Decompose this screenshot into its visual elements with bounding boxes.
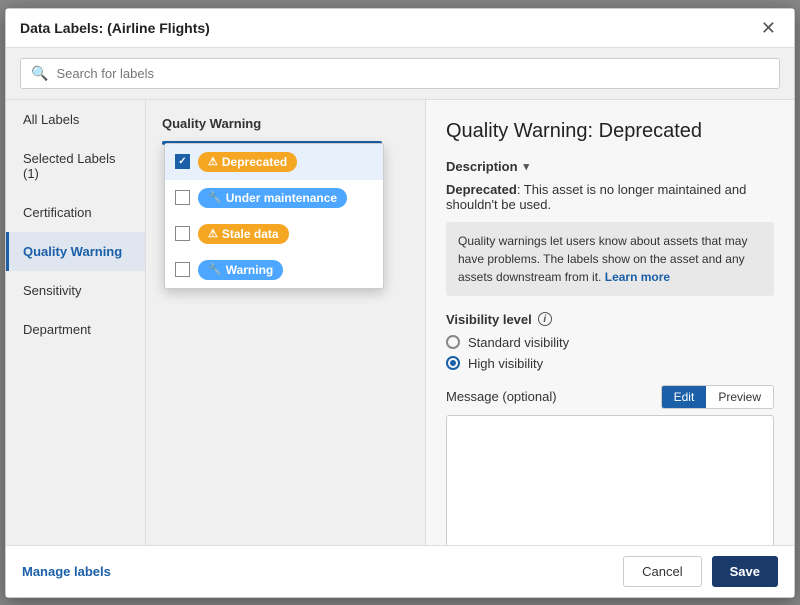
- info-box: Quality warnings let users know about as…: [446, 222, 774, 296]
- close-button[interactable]: ✕: [757, 19, 780, 37]
- badge-warning: 🔧 Warning: [198, 260, 283, 280]
- visibility-label: Visibility level i: [446, 312, 774, 327]
- message-header: Message (optional) Edit Preview: [446, 385, 774, 409]
- sidebar-item-sensitivity[interactable]: Sensitivity: [6, 271, 145, 310]
- info-icon: i: [538, 312, 552, 326]
- description-label: Description: [446, 159, 518, 174]
- stale-icon: ⚠: [208, 227, 218, 240]
- radio-circle-standard[interactable]: [446, 335, 460, 349]
- tab-group: Edit Preview: [661, 385, 774, 409]
- learn-more-link[interactable]: Learn more: [605, 270, 670, 284]
- sidebar-item-department[interactable]: Department: [6, 310, 145, 349]
- maintenance-icon: 🔧: [208, 191, 222, 204]
- sidebar-item-selected-labels[interactable]: Selected Labels (1): [6, 139, 145, 193]
- dropdown-box: ⚠ Deprecated 🔧 Under maintenance: [162, 141, 382, 145]
- list-item[interactable]: ⚠ Stale data: [165, 216, 383, 252]
- sidebar-item-all-labels[interactable]: All Labels: [6, 100, 145, 139]
- dialog-body: All Labels Selected Labels (1) Certifica…: [6, 100, 794, 545]
- tab-preview[interactable]: Preview: [706, 386, 773, 408]
- detail-panel: Quality Warning: Deprecated Description …: [426, 100, 794, 545]
- save-button[interactable]: Save: [712, 556, 778, 587]
- description-header: Description ▾: [446, 159, 774, 174]
- search-input-wrapper: 🔍: [20, 58, 780, 89]
- search-bar: 🔍: [6, 48, 794, 100]
- checkbox-stale-data[interactable]: [175, 226, 190, 241]
- chevron-down-icon: ▾: [524, 160, 530, 173]
- cancel-button[interactable]: Cancel: [623, 556, 701, 587]
- radio-high[interactable]: High visibility: [446, 356, 774, 371]
- badge-stale-data: ⚠ Stale data: [198, 224, 289, 244]
- warning-icon: ⚠: [208, 155, 218, 168]
- radio-circle-high[interactable]: [446, 356, 460, 370]
- checkbox-under-maintenance[interactable]: [175, 190, 190, 205]
- message-textarea[interactable]: [446, 415, 774, 545]
- warning-blue-icon: 🔧: [208, 263, 222, 276]
- search-input[interactable]: [56, 66, 769, 81]
- radio-standard[interactable]: Standard visibility: [446, 335, 774, 350]
- tab-edit[interactable]: Edit: [662, 386, 707, 408]
- search-icon: 🔍: [31, 65, 48, 82]
- label-panel: Quality Warning ⚠ Deprecated: [146, 100, 426, 545]
- title-bar: Data Labels: (Airline Flights) ✕: [6, 9, 794, 48]
- sidebar-item-quality-warning[interactable]: Quality Warning: [6, 232, 145, 271]
- sidebar: All Labels Selected Labels (1) Certifica…: [6, 100, 146, 545]
- checkbox-warning[interactable]: [175, 262, 190, 277]
- sidebar-item-certification[interactable]: Certification: [6, 193, 145, 232]
- list-item[interactable]: 🔧 Warning: [165, 252, 383, 288]
- dialog-title: Data Labels: (Airline Flights): [20, 20, 210, 36]
- visibility-section: Visibility level i Standard visibility H…: [446, 312, 774, 371]
- badge-under-maintenance: 🔧 Under maintenance: [198, 188, 347, 208]
- dropdown-items: ⚠ Deprecated 🔧 Under maintenance: [164, 143, 384, 289]
- dialog: Data Labels: (Airline Flights) ✕ 🔍 All L…: [5, 8, 795, 598]
- detail-title: Quality Warning: Deprecated: [446, 120, 774, 143]
- message-label: Message (optional): [446, 389, 557, 404]
- label-panel-title: Quality Warning: [162, 116, 409, 131]
- footer-buttons: Cancel Save: [623, 556, 778, 587]
- message-section: Message (optional) Edit Preview: [446, 385, 774, 545]
- checkbox-deprecated[interactable]: [175, 154, 190, 169]
- main-content: Quality Warning ⚠ Deprecated: [146, 100, 794, 545]
- list-item[interactable]: 🔧 Under maintenance: [165, 180, 383, 216]
- list-item[interactable]: ⚠ Deprecated: [165, 144, 383, 180]
- dialog-footer: Manage labels Cancel Save: [6, 545, 794, 597]
- badge-deprecated: ⚠ Deprecated: [198, 152, 297, 172]
- description-text: Deprecated: This asset is no longer main…: [446, 182, 774, 212]
- manage-labels-link[interactable]: Manage labels: [22, 564, 111, 579]
